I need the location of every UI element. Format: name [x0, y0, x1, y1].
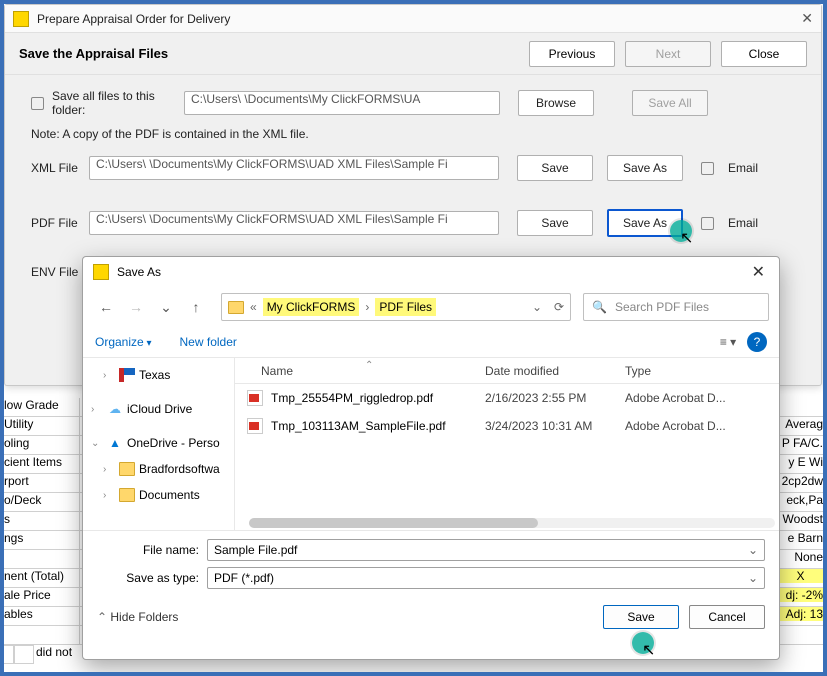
file-date: 2/16/2023 2:55 PM [485, 391, 625, 405]
file-list: Name Date modified Type Tmp_25554PM_rigg… [235, 358, 779, 530]
previous-button[interactable]: Previous [529, 41, 615, 67]
subtitle: Save the Appraisal Files [19, 46, 519, 61]
cloud-icon: ☁ [107, 402, 123, 416]
list-header[interactable]: Name Date modified Type [235, 358, 779, 384]
dropdown-icon[interactable]: ⌄ [748, 571, 758, 585]
col-date[interactable]: Date modified [485, 364, 625, 378]
tree-label: Texas [139, 368, 170, 382]
recent-icon[interactable]: ⌄ [153, 294, 179, 320]
dialog-title: Save As [117, 265, 748, 279]
pdf-email-checkbox[interactable] [701, 217, 714, 230]
crumb-leaf[interactable]: PDF Files [375, 298, 436, 316]
subheader: Save the Appraisal Files Previous Next C… [5, 33, 821, 75]
save-all-path-input[interactable]: C:\Users\ \Documents\My ClickFORMS\UA [184, 91, 500, 115]
env-label: ENV File [31, 265, 89, 279]
click-highlight [670, 220, 692, 242]
next-button: Next [625, 41, 711, 67]
dialog-save-button[interactable]: Save [603, 605, 679, 629]
onedrive-icon: ▲ [107, 436, 123, 450]
xml-email-checkbox[interactable] [701, 162, 714, 175]
file-name-label: File name: [97, 543, 207, 557]
pdf-path-input[interactable]: C:\Users\ \Documents\My ClickFORMS\UAD X… [89, 211, 499, 235]
folder-icon [228, 301, 244, 314]
tree-label: iCloud Drive [127, 402, 192, 416]
horizontal-scrollbar[interactable] [249, 518, 775, 528]
pdf-icon [247, 418, 263, 434]
file-name-value: Sample File.pdf [214, 543, 297, 557]
xml-saveas-button[interactable]: Save As [607, 155, 683, 181]
tree-label: Documents [139, 488, 200, 502]
col-type[interactable]: Type [625, 364, 779, 378]
pdf-email-label: Email [728, 216, 758, 230]
organize-menu[interactable]: Organize [95, 335, 152, 349]
folder-icon [119, 462, 135, 476]
dialog-titlebar: Save As ✕ [83, 257, 779, 287]
chevron-icon: « [250, 300, 257, 314]
view-options-icon[interactable]: ≡ ▾ [717, 331, 739, 353]
list-item[interactable]: Tmp_103113AM_SampleFile.pdf 3/24/2023 10… [235, 412, 779, 440]
forward-icon: → [123, 294, 149, 320]
save-as-dialog: Save As ✕ ← → ⌄ ↑ « My ClickFORMS › PDF … [82, 256, 780, 660]
crumb-dropdown-icon[interactable]: ⌄ [532, 300, 542, 314]
file-type: Adobe Acrobat D... [625, 419, 779, 433]
dialog-cancel-button[interactable]: Cancel [689, 605, 765, 629]
back-icon[interactable]: ← [93, 294, 119, 320]
titlebar: Prepare Appraisal Order for Delivery ✕ [5, 5, 821, 33]
search-icon: 🔍 [592, 300, 607, 314]
list-item[interactable]: Tmp_25554PM_riggledrop.pdf 2/16/2023 2:5… [235, 384, 779, 412]
file-date: 3/24/2023 10:31 AM [485, 419, 625, 433]
window-title: Prepare Appraisal Order for Delivery [37, 12, 801, 26]
search-placeholder: Search PDF Files [615, 300, 709, 314]
file-name: Tmp_103113AM_SampleFile.pdf [271, 419, 446, 433]
file-name-input[interactable]: Sample File.pdf ⌄ [207, 539, 765, 561]
app-icon [13, 11, 29, 27]
tree-item-texas[interactable]: ›Texas [83, 362, 234, 388]
save-type-value: PDF (*.pdf) [214, 571, 274, 585]
tree-label: Bradfordsoftwa [139, 462, 220, 476]
file-type: Adobe Acrobat D... [625, 391, 779, 405]
up-icon[interactable]: ↑ [183, 294, 209, 320]
tree-item-bradford[interactable]: ›Bradfordsoftwa [83, 456, 234, 482]
pdf-icon [247, 390, 263, 406]
tree-item-onedrive[interactable]: ⌄▲OneDrive - Perso [83, 430, 234, 456]
new-folder-button[interactable]: New folder [180, 335, 237, 349]
save-all-checkbox[interactable] [31, 97, 44, 110]
tree-label: OneDrive - Perso [127, 436, 220, 450]
breadcrumb[interactable]: « My ClickFORMS › PDF Files ⌄ ⟳ [221, 293, 571, 321]
toolbar: Organize New folder ≡ ▾ ? [83, 327, 779, 357]
file-name: Tmp_25554PM_riggledrop.pdf [271, 391, 433, 405]
dialog-close-icon[interactable]: ✕ [748, 262, 769, 282]
pdf-label: PDF File [31, 216, 89, 230]
tree-item-icloud[interactable]: ›☁iCloud Drive [83, 396, 234, 422]
xml-label: XML File [31, 161, 89, 175]
folder-icon [119, 488, 135, 502]
col-name[interactable]: Name [235, 364, 485, 378]
save-type-label: Save as type: [97, 571, 207, 585]
crumb-root[interactable]: My ClickFORMS [263, 298, 360, 316]
xml-path-input[interactable]: C:\Users\ \Documents\My ClickFORMS\UAD X… [89, 156, 499, 180]
refresh-icon[interactable]: ⟳ [554, 300, 564, 314]
save-all-label: Save all files to this folder: [52, 89, 184, 117]
xml-email-label: Email [728, 161, 758, 175]
note-text: Note: A copy of the PDF is contained in … [31, 127, 795, 141]
save-all-button: Save All [632, 90, 708, 116]
click-highlight [632, 632, 654, 654]
dropdown-icon[interactable]: ⌄ [748, 543, 758, 557]
close-icon[interactable]: ✕ [801, 10, 813, 27]
search-input[interactable]: 🔍 Search PDF Files [583, 293, 769, 321]
xml-save-button[interactable]: Save [517, 155, 593, 181]
pdf-save-button[interactable]: Save [517, 210, 593, 236]
hide-folders-toggle[interactable]: Hide Folders [97, 610, 178, 624]
folder-tree[interactable]: ›Texas ›☁iCloud Drive ⌄▲OneDrive - Perso… [83, 358, 235, 530]
chevron-right-icon: › [365, 300, 369, 314]
close-button[interactable]: Close [721, 41, 807, 67]
save-type-select[interactable]: PDF (*.pdf) ⌄ [207, 567, 765, 589]
browse-button[interactable]: Browse [518, 90, 594, 116]
tree-item-documents[interactable]: ›Documents [83, 482, 234, 508]
dialog-app-icon [93, 264, 109, 280]
help-icon[interactable]: ? [747, 332, 767, 352]
nav-bar: ← → ⌄ ↑ « My ClickFORMS › PDF Files ⌄ ⟳ … [83, 287, 779, 327]
texas-icon [119, 368, 135, 382]
